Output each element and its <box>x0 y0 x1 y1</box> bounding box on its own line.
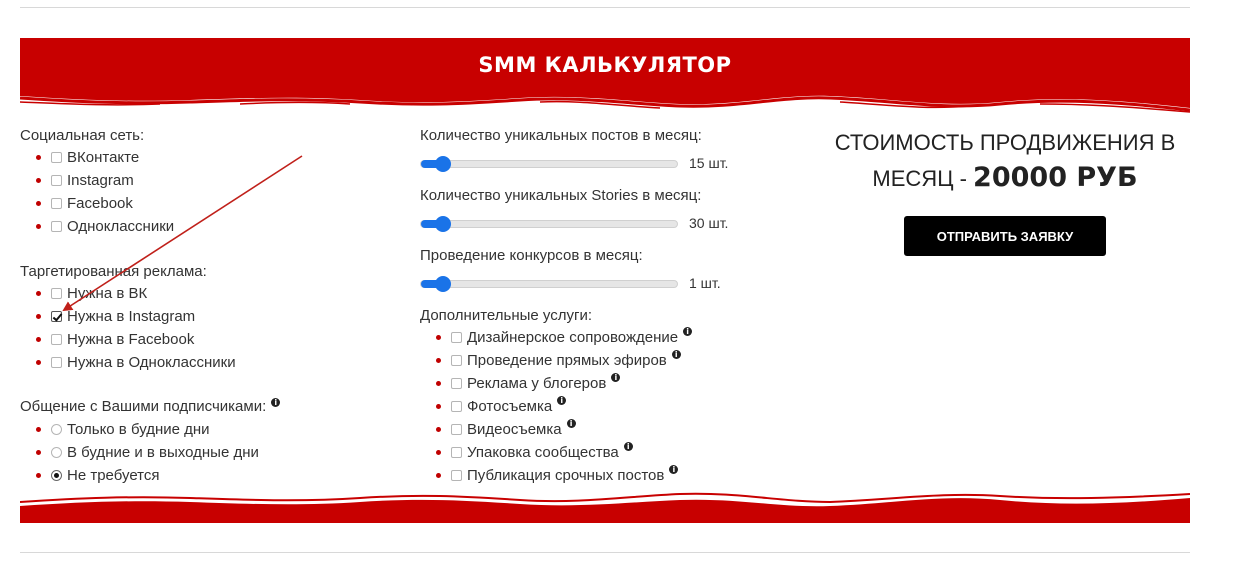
checkbox[interactable] <box>451 378 462 389</box>
bullet-icon <box>36 314 41 319</box>
price-total: МЕСЯЦ - 20000 РУБ <box>872 162 1138 193</box>
targeting-option-instagram[interactable]: Нужна в Instagram <box>36 305 236 328</box>
radio[interactable] <box>51 447 62 458</box>
checkbox[interactable] <box>51 175 62 186</box>
bullet-icon <box>36 155 41 160</box>
bullet-icon <box>36 224 41 229</box>
bullet-icon <box>36 201 41 206</box>
info-icon[interactable]: i <box>623 442 633 451</box>
checkbox[interactable] <box>451 355 462 366</box>
bullet-icon <box>36 291 41 296</box>
checkbox[interactable] <box>51 221 62 232</box>
bullet-icon <box>36 450 41 455</box>
communication-list: Только в будние дни В будние и в выходны… <box>36 418 259 487</box>
footer-banner <box>20 492 1190 523</box>
stories-slider-label: Количество уникальных Stories в месяц: <box>420 187 702 204</box>
bullet-icon <box>436 381 441 386</box>
bullet-icon <box>436 427 441 432</box>
bullet-icon <box>436 404 441 409</box>
social-list: ВКонтакте Instagram Facebook Одноклассни… <box>36 146 174 238</box>
bullet-icon <box>436 450 441 455</box>
top-divider <box>20 7 1190 8</box>
checkbox[interactable] <box>451 424 462 435</box>
info-icon[interactable]: i <box>683 327 693 336</box>
targeting-option-vk[interactable]: Нужна в ВК <box>36 282 236 305</box>
extras-option-design[interactable]: Дизайнерское сопровождение i <box>436 326 693 349</box>
page-title: SMM КАЛЬКУЛЯТОР <box>478 53 732 77</box>
info-icon[interactable]: i <box>669 465 679 474</box>
checkbox[interactable] <box>451 401 462 412</box>
social-label: Социальная сеть: <box>20 127 145 144</box>
radio-selected[interactable] <box>51 470 62 481</box>
targeting-option-facebook[interactable]: Нужна в Facebook <box>36 328 236 351</box>
slider-thumb[interactable] <box>435 156 452 172</box>
radio[interactable] <box>51 424 62 435</box>
price-heading: СТОИМОСТЬ ПРОДВИЖЕНИЯ В <box>834 130 1176 155</box>
bullet-icon <box>36 473 41 478</box>
extras-option-urgent-posts[interactable]: Публикация срочных постов i <box>436 464 692 487</box>
checkbox[interactable] <box>451 470 462 481</box>
social-option-ok[interactable]: Одноклассники <box>36 215 174 238</box>
extras-option-video[interactable]: Видеосъемка i <box>436 418 692 441</box>
social-option-facebook[interactable]: Facebook <box>36 192 174 215</box>
bottom-divider <box>20 552 1190 553</box>
info-icon[interactable]: i <box>566 419 576 428</box>
contests-slider[interactable] <box>420 276 678 292</box>
communication-label: Общение с Вашими подписчиками: i <box>20 398 281 415</box>
checkbox[interactable] <box>451 447 462 458</box>
contests-slider-value: 1 шт. <box>689 275 721 291</box>
bullet-icon <box>36 178 41 183</box>
stories-slider-value: 30 шт. <box>689 215 729 231</box>
targeting-label: Таргетированная реклама: <box>20 263 207 280</box>
bullet-icon <box>36 427 41 432</box>
slider-thumb[interactable] <box>435 216 452 232</box>
checkbox-checked[interactable] <box>51 311 62 322</box>
communication-option-weekdays[interactable]: Только в будние дни <box>36 418 259 441</box>
checkbox[interactable] <box>51 198 62 209</box>
checkbox[interactable] <box>51 152 62 163</box>
extras-list: Дизайнерское сопровождение i Проведение п… <box>436 326 693 487</box>
stories-slider[interactable] <box>420 216 678 232</box>
extras-option-photo[interactable]: Фотосъемка i <box>436 395 692 418</box>
checkbox[interactable] <box>51 288 62 299</box>
posts-slider[interactable] <box>420 156 678 172</box>
extras-option-packaging[interactable]: Упаковка сообщества i <box>436 441 692 464</box>
bullet-icon <box>36 337 41 342</box>
bullet-icon <box>436 358 441 363</box>
communication-option-none[interactable]: Не требуется <box>36 464 259 487</box>
price-amount: 20000 РУБ <box>973 162 1138 193</box>
targeting-option-ok[interactable]: Нужна в Одноклассники <box>36 351 236 374</box>
posts-slider-value: 15 шт. <box>689 155 729 171</box>
info-icon[interactable]: i <box>671 350 681 359</box>
posts-slider-label: Количество уникальных постов в месяц: <box>420 127 702 144</box>
social-option-vk[interactable]: ВКонтакте <box>36 146 174 169</box>
extras-option-bloggers[interactable]: Реклама у блогеров i <box>436 372 692 395</box>
slider-thumb[interactable] <box>435 276 452 292</box>
communication-option-all-days[interactable]: В будние и в выходные дни <box>36 441 259 464</box>
info-icon[interactable]: i <box>557 396 567 405</box>
bullet-icon <box>36 360 41 365</box>
bullet-icon <box>436 335 441 340</box>
bullet-icon <box>436 473 441 478</box>
targeting-list: Нужна в ВК Нужна в Instagram Нужна в Fac… <box>36 282 236 374</box>
social-option-instagram[interactable]: Instagram <box>36 169 174 192</box>
info-icon[interactable]: i <box>611 373 621 382</box>
contests-slider-label: Проведение конкурсов в месяц: <box>420 247 643 264</box>
extras-option-live[interactable]: Проведение прямых эфиров i <box>436 349 692 372</box>
submit-request-button[interactable]: ОТПРАВИТЬ ЗАЯВКУ <box>904 216 1106 256</box>
checkbox[interactable] <box>51 357 62 368</box>
extras-label: Дополнительные услуги: <box>420 307 593 324</box>
info-icon[interactable]: i <box>271 398 281 407</box>
checkbox[interactable] <box>51 334 62 345</box>
checkbox[interactable] <box>451 332 462 343</box>
